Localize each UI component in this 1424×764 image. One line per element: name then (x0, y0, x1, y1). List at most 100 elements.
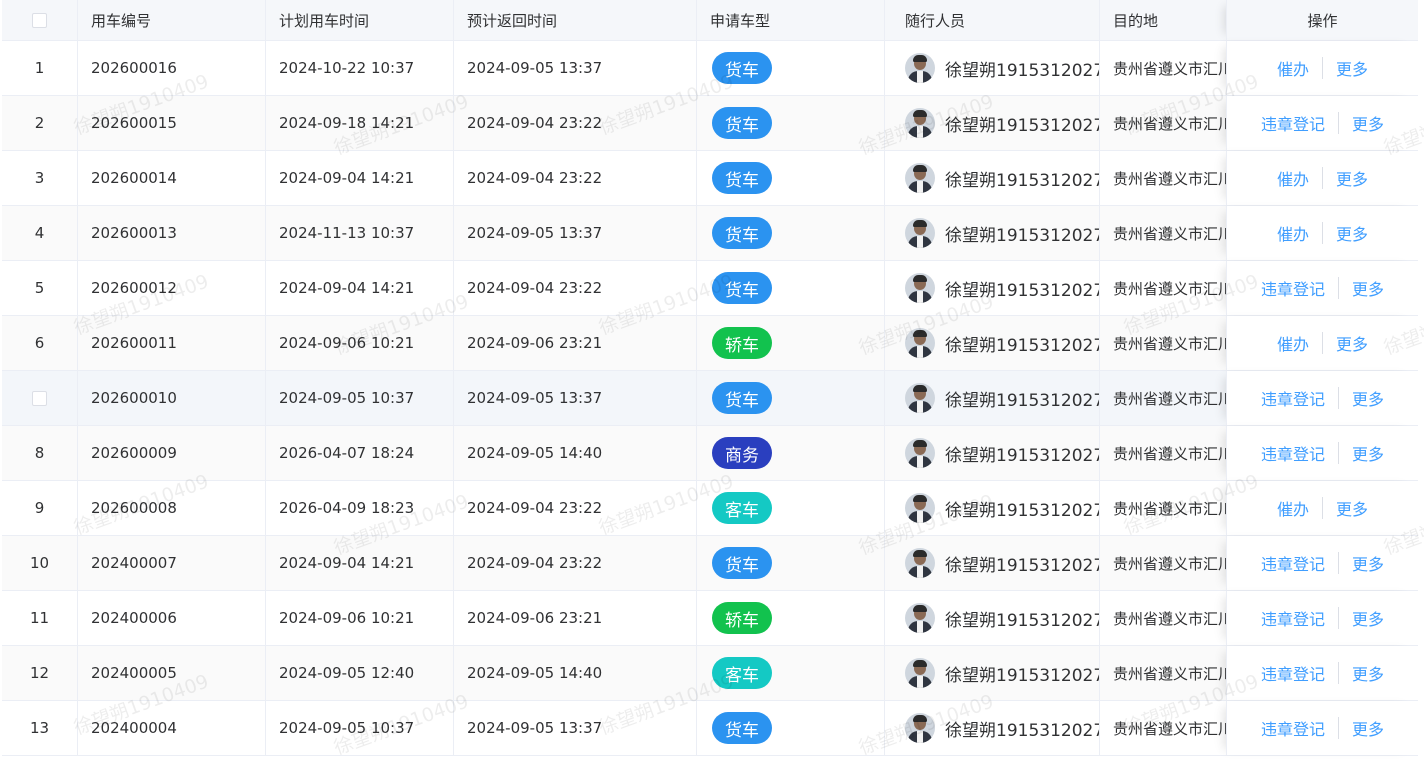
vehicle-type-cell: 货车 (697, 96, 885, 150)
vehicle-type-cell: 货车 (697, 261, 885, 315)
violation-register-button[interactable]: 违章登记 (1261, 716, 1325, 740)
violation-register-button[interactable]: 违章登记 (1261, 441, 1325, 465)
row-index: 12 (29, 664, 50, 682)
row-select-cell[interactable]: 1 (2, 41, 78, 95)
operations-cell: 催办 更多 (1226, 151, 1418, 205)
more-button[interactable]: 更多 (1336, 166, 1368, 190)
row-select-cell[interactable]: 4 (2, 206, 78, 260)
more-button[interactable]: 更多 (1336, 56, 1368, 80)
vehicle-no-cell: 202400006 (78, 591, 266, 645)
avatar (905, 163, 935, 193)
violation-register-button[interactable]: 违章登记 (1261, 276, 1325, 300)
urge-button[interactable]: 催办 (1277, 56, 1309, 80)
more-button[interactable]: 更多 (1352, 276, 1384, 300)
more-button[interactable]: 更多 (1352, 111, 1384, 135)
return-time-cell: 2024-09-06 23:21 (454, 316, 697, 370)
row-select-cell[interactable]: 2 (2, 96, 78, 150)
operations-cell: 违章登记 更多 (1226, 261, 1418, 315)
violation-register-button[interactable]: 违章登记 (1261, 606, 1325, 630)
more-button[interactable]: 更多 (1336, 221, 1368, 245)
header-vehicle-no[interactable]: 用车编号 (78, 0, 266, 40)
companion-name: 徐望朔1915312027 (945, 115, 1100, 136)
avatar (905, 218, 935, 248)
header-plan-time[interactable]: 计划用车时间 (266, 0, 454, 40)
violation-register-button[interactable]: 违章登记 (1261, 111, 1325, 135)
table-row[interactable]: 12 202400005 2024-09-05 12:40 2024-09-05… (2, 646, 1418, 701)
vehicle-usage-table: 用车编号 计划用车时间 预计返回时间 申请车型 随行人员 目的地 操作 1 20… (2, 0, 1418, 764)
header-select-all[interactable] (2, 0, 78, 40)
ops-divider (1338, 277, 1339, 299)
table-row[interactable]: 5 202600012 2024-09-04 14:21 2024-09-04 … (2, 261, 1418, 316)
companion-name: 徐望朔1915312027 (945, 445, 1100, 466)
row-select-cell[interactable]: 12 (2, 646, 78, 700)
table-row[interactable]: 9 202600008 2026-04-09 18:23 2024-09-04 … (2, 481, 1418, 536)
companion-name: 徐望朔1915312027 (945, 665, 1100, 686)
more-button[interactable]: 更多 (1352, 716, 1384, 740)
destination-cell: 贵州省遵义市汇川区 (1113, 169, 1230, 188)
plan-time-cell: 2024-09-06 10:21 (266, 316, 454, 370)
table-row[interactable]: 202600010 2024-09-05 10:37 2024-09-05 13… (2, 371, 1418, 426)
more-button[interactable]: 更多 (1352, 551, 1384, 575)
row-select-cell[interactable]: 9 (2, 481, 78, 535)
companion-name: 徐望朔1915312027 (945, 390, 1100, 411)
row-select-cell[interactable]: 11 (2, 591, 78, 645)
table-row[interactable]: 8 202600009 2026-04-07 18:24 2024-09-05 … (2, 426, 1418, 481)
table-row[interactable]: 13 202400004 2024-09-05 10:37 2024-09-05… (2, 701, 1418, 756)
row-select-cell[interactable]: 6 (2, 316, 78, 370)
table-row[interactable]: 6 202600011 2024-09-06 10:21 2024-09-06 … (2, 316, 1418, 371)
row-select-cell[interactable]: 5 (2, 261, 78, 315)
avatar (905, 328, 935, 358)
more-button[interactable]: 更多 (1352, 386, 1384, 410)
ops-divider (1322, 167, 1323, 189)
vehicle-no-cell: 202600014 (78, 151, 266, 205)
header-return-time[interactable]: 预计返回时间 (454, 0, 697, 40)
table-row[interactable]: 3 202600014 2024-09-04 14:21 2024-09-04 … (2, 151, 1418, 206)
urge-button[interactable]: 催办 (1277, 221, 1309, 245)
table-row[interactable]: 1 202600016 2024-10-22 10:37 2024-09-05 … (2, 41, 1418, 96)
destination-cell: 贵州省遵义市汇川区 (1113, 664, 1230, 683)
table-row[interactable]: 4 202600013 2024-11-13 10:37 2024-09-05 … (2, 206, 1418, 261)
select-all-checkbox[interactable] (32, 12, 47, 28)
vehicle-type-tag: 货车 (712, 272, 772, 304)
return-time-cell: 2024-09-04 23:22 (454, 536, 697, 590)
urge-button[interactable]: 催办 (1277, 166, 1309, 190)
header-companion[interactable]: 随行人员 (885, 0, 1100, 40)
operations-cell: 违章登记 更多 (1226, 646, 1418, 700)
vehicle-type-tag: 货车 (712, 162, 772, 194)
companion-cell: 徐望朔1915312027 (885, 371, 1100, 425)
vehicle-type-tag: 货车 (712, 52, 772, 84)
companion-name: 徐望朔1915312027 (945, 335, 1100, 356)
more-button[interactable]: 更多 (1352, 661, 1384, 685)
table-header: 用车编号 计划用车时间 预计返回时间 申请车型 随行人员 目的地 操作 (2, 0, 1418, 41)
ops-divider (1338, 717, 1339, 739)
more-button[interactable]: 更多 (1336, 496, 1368, 520)
ops-divider (1338, 662, 1339, 684)
header-vehicle-type[interactable]: 申请车型 (697, 0, 885, 40)
row-select-cell[interactable] (2, 371, 78, 425)
operations-cell: 违章登记 更多 (1226, 371, 1418, 425)
violation-register-button[interactable]: 违章登记 (1261, 661, 1325, 685)
row-select-cell[interactable]: 8 (2, 426, 78, 480)
more-button[interactable]: 更多 (1336, 331, 1368, 355)
plan-time-cell: 2024-09-05 10:37 (266, 371, 454, 425)
header-destination[interactable]: 目的地 (1100, 0, 1230, 40)
row-index: 11 (29, 609, 50, 627)
row-checkbox[interactable] (32, 390, 47, 406)
table-row[interactable]: 10 202400007 2024-09-04 14:21 2024-09-04… (2, 536, 1418, 591)
urge-button[interactable]: 催办 (1277, 331, 1309, 355)
ops-divider (1322, 222, 1323, 244)
row-index: 13 (29, 719, 50, 737)
vehicle-type-tag: 客车 (712, 657, 772, 689)
table-row[interactable]: 11 202400006 2024-09-06 10:21 2024-09-06… (2, 591, 1418, 646)
avatar (905, 438, 935, 468)
destination-cell: 贵州省遵义市汇川区 (1113, 59, 1230, 78)
urge-button[interactable]: 催办 (1277, 496, 1309, 520)
violation-register-button[interactable]: 违章登记 (1261, 551, 1325, 575)
more-button[interactable]: 更多 (1352, 606, 1384, 630)
row-select-cell[interactable]: 13 (2, 701, 78, 755)
row-select-cell[interactable]: 3 (2, 151, 78, 205)
more-button[interactable]: 更多 (1352, 441, 1384, 465)
table-row[interactable]: 2 202600015 2024-09-18 14:21 2024-09-04 … (2, 96, 1418, 151)
violation-register-button[interactable]: 违章登记 (1261, 386, 1325, 410)
row-select-cell[interactable]: 10 (2, 536, 78, 590)
